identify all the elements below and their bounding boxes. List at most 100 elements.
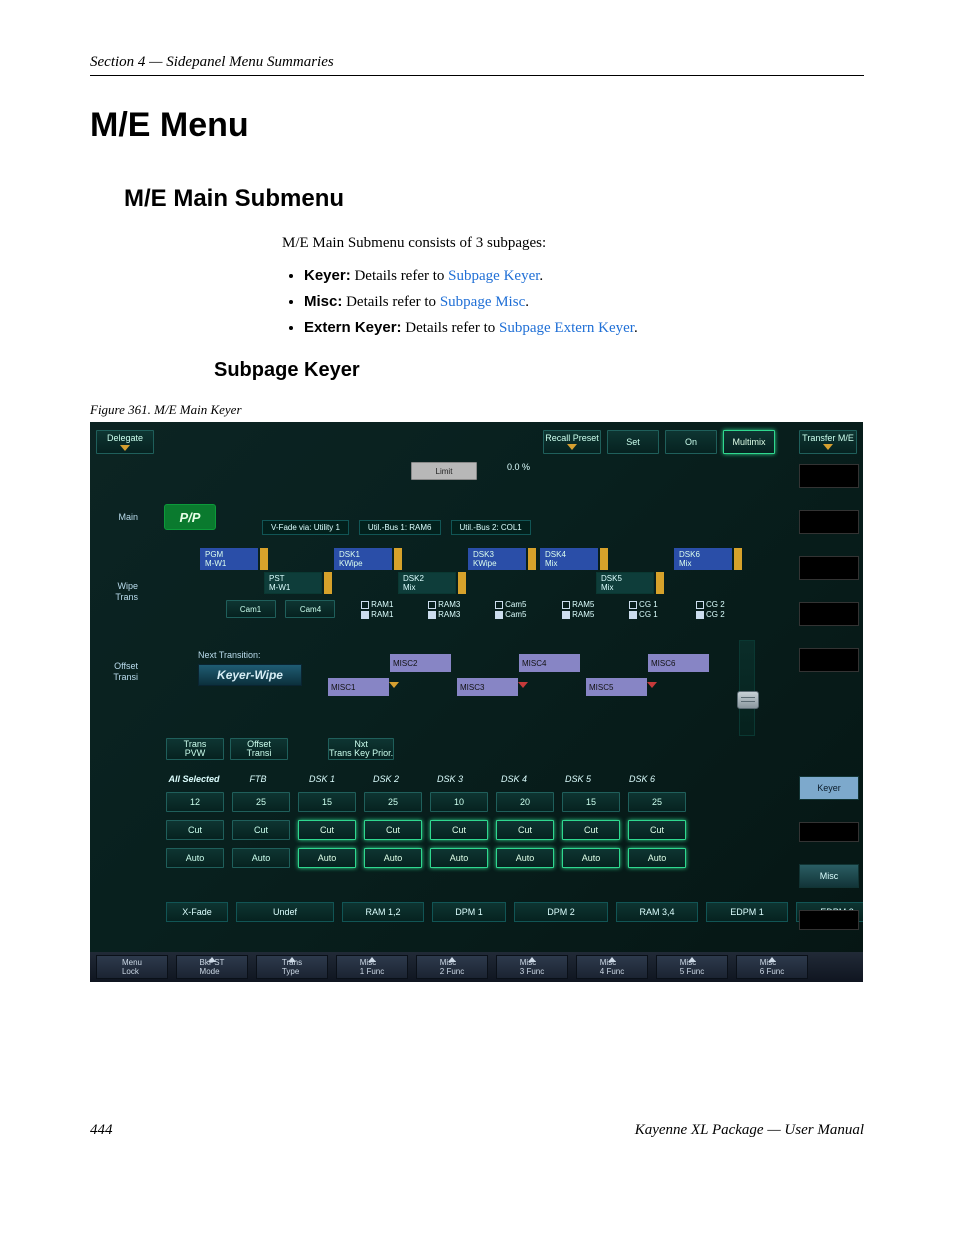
- sidebar-item[interactable]: WipeTrans: [115, 581, 142, 603]
- chevron-up-icon: [288, 957, 296, 962]
- misc-cell[interactable]: MISC6: [648, 654, 709, 672]
- delegate-button[interactable]: Delegate: [96, 430, 154, 454]
- link-ref[interactable]: Subpage Misc: [440, 294, 525, 310]
- subheading-subpage: Subpage Keyer: [214, 359, 864, 382]
- footer-button[interactable]: MenuLock: [96, 955, 168, 979]
- tab-keyer[interactable]: Keyer: [799, 776, 859, 800]
- dsk-button[interactable]: Auto: [232, 848, 290, 868]
- bus-box[interactable]: Util.-Bus 1: RAM6: [359, 520, 441, 535]
- slider-handle[interactable]: [737, 691, 759, 709]
- dsk-col-label: All Selected: [166, 774, 222, 784]
- lane-cell[interactable]: DSK2Mix: [398, 572, 456, 594]
- misc-cell[interactable]: MISC3: [457, 678, 518, 696]
- multimix-button[interactable]: Multimix: [723, 430, 775, 454]
- footer-button[interactable]: Misc2 Func: [416, 955, 488, 979]
- right-blank-button[interactable]: [799, 602, 859, 626]
- dsk-button[interactable]: Auto: [298, 848, 356, 868]
- set-button[interactable]: Set: [607, 430, 659, 454]
- dsk-button[interactable]: Auto: [166, 848, 224, 868]
- bus-box[interactable]: Util.-Bus 2: COL1: [451, 520, 531, 535]
- lane-cell[interactable]: DSK4Mix: [540, 548, 598, 570]
- page-title: M/E Menu: [90, 106, 864, 145]
- misc-cell[interactable]: MISC5: [586, 678, 647, 696]
- footer-button[interactable]: BkPSTMode: [176, 955, 248, 979]
- lane-cell[interactable]: PSTM-W1: [264, 572, 322, 594]
- dsk-button[interactable]: Auto: [628, 848, 686, 868]
- cam-button[interactable]: Cam4: [285, 600, 335, 618]
- tab-misc[interactable]: Misc: [799, 864, 859, 888]
- dsk-button[interactable]: 12: [166, 792, 224, 812]
- cam-button[interactable]: Cam1: [226, 600, 276, 618]
- dsk-button[interactable]: 15: [298, 792, 356, 812]
- dsk-button[interactable]: Auto: [496, 848, 554, 868]
- bus-box[interactable]: V-Fade via: Utility 1: [262, 520, 349, 535]
- xfade-slot[interactable]: X-Fade: [166, 902, 228, 922]
- dsk-button[interactable]: Cut: [232, 820, 290, 840]
- xfade-slot[interactable]: RAM 1,2: [342, 902, 424, 922]
- right-blank-button[interactable]: [799, 556, 859, 580]
- dsk-button[interactable]: 25: [364, 792, 422, 812]
- misc-cell[interactable]: MISC1: [328, 678, 389, 696]
- dsk-col-label: DSK 6: [614, 774, 670, 784]
- lane-cell[interactable]: DSK3KWipe: [468, 548, 526, 570]
- dsk-button[interactable]: 25: [232, 792, 290, 812]
- section-header: Section 4 — Sidepanel Menu Summaries: [90, 54, 864, 76]
- link-ref[interactable]: Subpage Keyer: [448, 268, 539, 284]
- marker-icon: [600, 548, 608, 570]
- dsk-button[interactable]: Cut: [628, 820, 686, 840]
- keyer-wipe-box[interactable]: Keyer-Wipe: [198, 664, 302, 686]
- bullet-text: Details refer to: [351, 268, 448, 284]
- dsk-button[interactable]: 15: [562, 792, 620, 812]
- footer-button[interactable]: Misc3 Func: [496, 955, 568, 979]
- on-button[interactable]: On: [665, 430, 717, 454]
- limit-button[interactable]: Limit: [411, 462, 477, 480]
- sidebar-item[interactable]: Main: [118, 512, 142, 523]
- left-nav: Main WipeTrans OffsetTransi: [90, 458, 142, 982]
- dsk-col-label: DSK 3: [422, 774, 478, 784]
- lane-cell[interactable]: DSK5Mix: [596, 572, 654, 594]
- footer-button[interactable]: TransType: [256, 955, 328, 979]
- dsk-button[interactable]: Cut: [298, 820, 356, 840]
- lane-cell[interactable]: DSK1KWipe: [334, 548, 392, 570]
- ctrl-button[interactable]: TransPVW: [166, 738, 224, 760]
- vertical-slider[interactable]: [739, 640, 755, 736]
- footer-button[interactable]: Misc1 Func: [336, 955, 408, 979]
- figure-caption: Figure 361. M/E Main Keyer: [90, 402, 864, 418]
- footer-button[interactable]: Misc5 Func: [656, 955, 728, 979]
- xfade-slot[interactable]: EDPM 1: [706, 902, 788, 922]
- right-blank-button[interactable]: [799, 822, 859, 842]
- sidebar-item[interactable]: OffsetTransi: [113, 661, 142, 683]
- dsk-button[interactable]: Auto: [562, 848, 620, 868]
- recall-preset-button[interactable]: Recall Preset: [543, 430, 601, 454]
- xfade-slot[interactable]: Undef: [236, 902, 334, 922]
- dsk-button[interactable]: Cut: [562, 820, 620, 840]
- lane-cell[interactable]: DSK6Mix: [674, 548, 732, 570]
- right-blank-button[interactable]: [799, 464, 859, 488]
- footer-button[interactable]: Misc6 Func: [736, 955, 808, 979]
- right-blank-button[interactable]: [799, 648, 859, 672]
- dsk-button[interactable]: Auto: [364, 848, 422, 868]
- dsk-button[interactable]: Cut: [496, 820, 554, 840]
- dsk-button[interactable]: Cut: [166, 820, 224, 840]
- misc-cell[interactable]: MISC2: [390, 654, 451, 672]
- dsk-button[interactable]: Cut: [364, 820, 422, 840]
- misc-cell[interactable]: MISC4: [519, 654, 580, 672]
- transfer-me-button[interactable]: Transfer M/E: [799, 430, 857, 454]
- right-blank-button[interactable]: [799, 510, 859, 534]
- link-ref[interactable]: Subpage Extern Keyer: [499, 320, 634, 336]
- lane-cell[interactable]: PGMM-W1: [200, 548, 258, 570]
- dsk-button[interactable]: Auto: [430, 848, 488, 868]
- dsk-button[interactable]: Cut: [430, 820, 488, 840]
- dsk-button[interactable]: 10: [430, 792, 488, 812]
- xfade-slot[interactable]: DPM 1: [432, 902, 506, 922]
- xfade-slot[interactable]: RAM 3,4: [616, 902, 698, 922]
- footer-button[interactable]: Misc4 Func: [576, 955, 648, 979]
- ctrl-button[interactable]: NxtTrans Key Prior.: [328, 738, 394, 760]
- ctrl-button[interactable]: OffsetTransi: [230, 738, 288, 760]
- dsk-button[interactable]: 25: [628, 792, 686, 812]
- right-blank-button[interactable]: [799, 910, 859, 930]
- pp-indicator[interactable]: P/P: [164, 504, 216, 530]
- xfade-slot[interactable]: DPM 2: [514, 902, 608, 922]
- dsk-button[interactable]: 20: [496, 792, 554, 812]
- store-readout: Cam5Cam5: [495, 600, 552, 622]
